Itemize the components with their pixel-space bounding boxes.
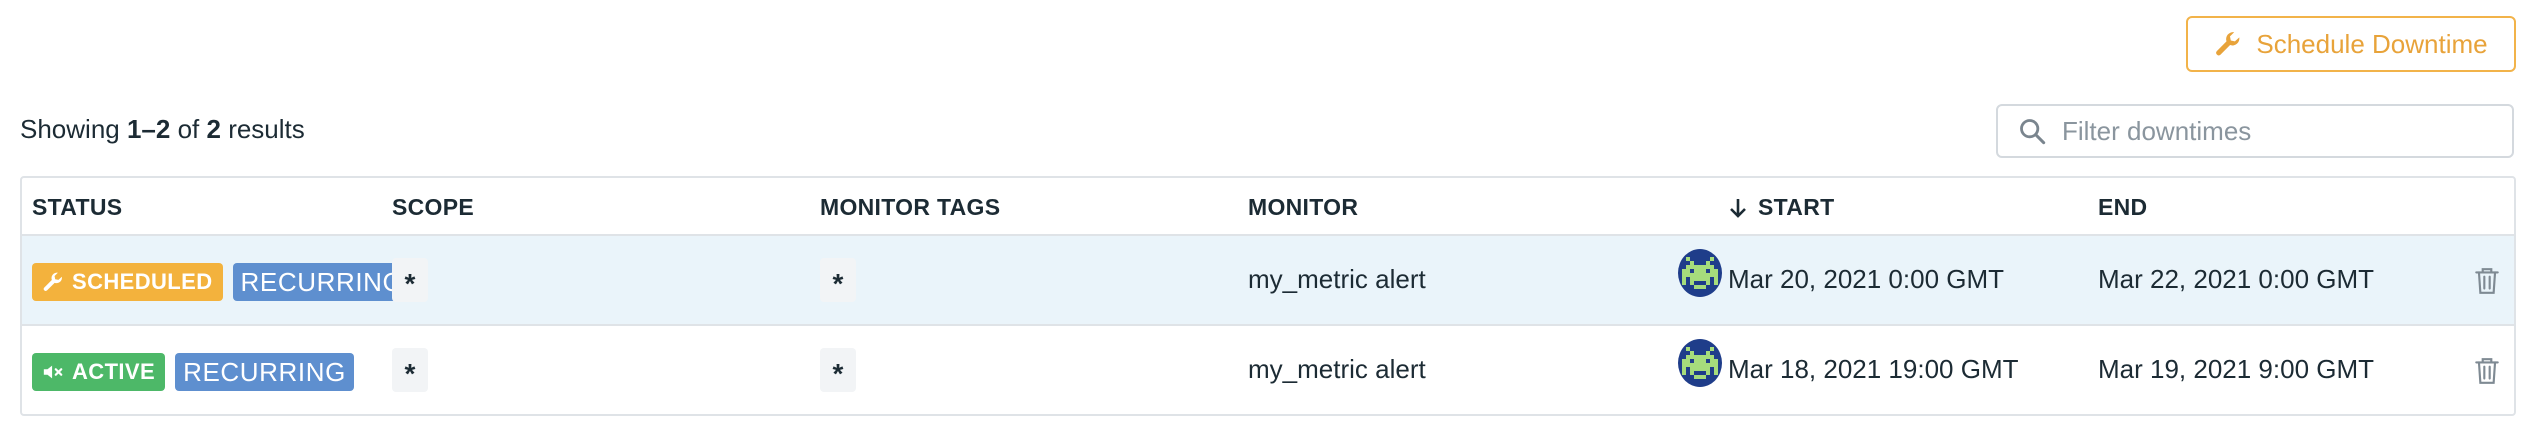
column-header-start[interactable]: START (1728, 194, 1834, 221)
scope-tag: * (392, 348, 428, 392)
status-label: ACTIVE (72, 359, 156, 384)
start-time: Mar 20, 2021 0:00 GMT (1728, 264, 2005, 294)
avatar (1678, 249, 1722, 297)
trash-icon[interactable] (2474, 266, 2500, 296)
monitor-tags-tag: * (820, 258, 856, 302)
downtimes-table: STATUS SCOPE MONITOR TAGS MONITOR START … (20, 176, 2516, 416)
results-suffix: results (220, 114, 305, 144)
table-header: STATUS SCOPE MONITOR TAGS MONITOR START … (22, 178, 2514, 236)
schedule-downtime-button[interactable]: Schedule Downtime (2186, 16, 2516, 72)
results-prefix: Showing (20, 114, 127, 144)
avatar (1678, 339, 1722, 387)
results-range: 1–2 (126, 114, 171, 144)
end-time: Mar 19, 2021 9:00 GMT (2098, 354, 2375, 384)
start-time: Mar 18, 2021 19:00 GMT (1728, 354, 2019, 384)
table-row[interactable]: SCHEDULED RECURRING * * my_metric alert … (22, 236, 2514, 326)
table-row[interactable]: ACTIVE RECURRING * * my_metric alert Mar… (22, 326, 2514, 414)
column-header-scope[interactable]: SCOPE (392, 194, 474, 221)
monitor-name[interactable]: my_metric alert (1248, 264, 1426, 295)
status-badge-scheduled: SCHEDULED (32, 263, 223, 301)
column-header-monitor-tags[interactable]: MONITOR TAGS (820, 194, 1000, 221)
status-label: SCHEDULED (72, 269, 213, 294)
column-header-monitor[interactable]: MONITOR (1248, 194, 1358, 221)
monitor-tags-tag: * (820, 348, 856, 392)
wrench-icon (2216, 32, 2240, 56)
status-cell: SCHEDULED RECURRING (32, 263, 412, 301)
filter-downtimes-input[interactable] (2062, 115, 2482, 147)
column-header-end[interactable]: END (2098, 194, 2147, 221)
column-header-status[interactable]: STATUS (32, 194, 122, 221)
schedule-downtime-label: Schedule Downtime (2256, 28, 2488, 59)
results-total: 2 (206, 114, 221, 144)
wrench-icon (43, 272, 62, 291)
trash-icon[interactable] (2474, 356, 2500, 386)
end-time: Mar 22, 2021 0:00 GMT (2098, 264, 2375, 294)
scope-tag: * (392, 258, 428, 302)
arrow-down-icon (1730, 198, 1746, 218)
results-summary: Showing 1–2 of 2 results (20, 114, 305, 145)
monitor-name[interactable]: my_metric alert (1248, 354, 1426, 385)
column-header-start-label: START (1758, 194, 1835, 220)
filter-box[interactable] (1996, 104, 2514, 158)
recurring-badge: RECURRING (232, 263, 412, 301)
results-of: of (170, 114, 207, 144)
mute-icon (43, 365, 63, 379)
search-icon (2020, 119, 2046, 145)
status-badge-active: ACTIVE (32, 353, 166, 391)
status-cell: ACTIVE RECURRING (32, 353, 354, 391)
recurring-badge: RECURRING (175, 353, 354, 391)
